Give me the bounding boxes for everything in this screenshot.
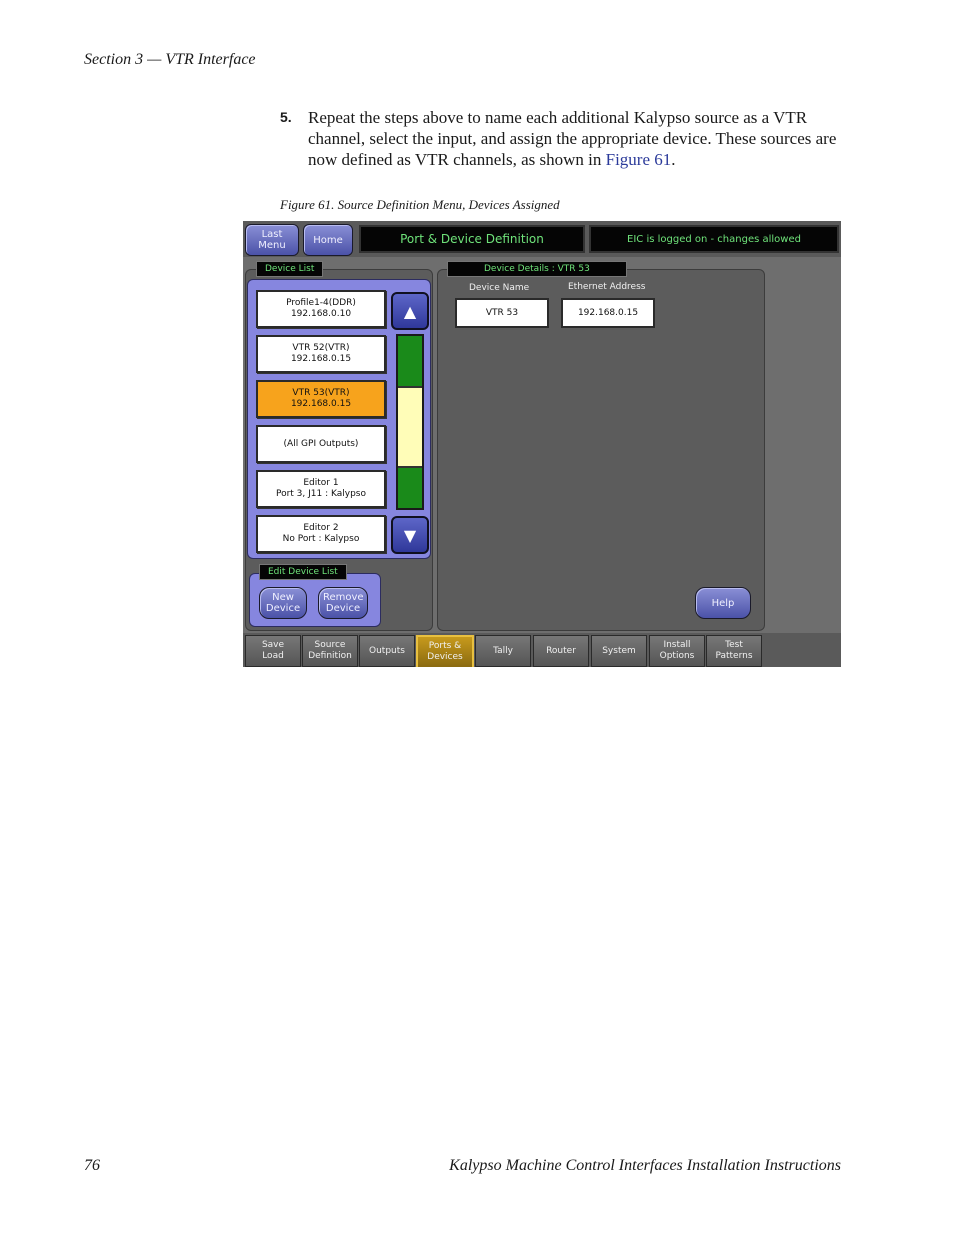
- new-device-button[interactable]: New Device: [259, 587, 307, 619]
- tab-system[interactable]: System: [591, 635, 647, 667]
- home-label: Home: [313, 234, 343, 246]
- scroll-up-button[interactable]: ▲: [391, 292, 429, 330]
- device-item-3-name: VTR 53(VTR): [292, 388, 350, 398]
- top-bar: Last Menu Home Port & Device Definition …: [243, 221, 841, 257]
- device-item-6[interactable]: Editor 2 No Port : Kalypso: [256, 515, 386, 553]
- device-item-3[interactable]: VTR 53(VTR) 192.168.0.15: [256, 380, 386, 418]
- tab-install-options[interactable]: Install Options: [649, 635, 705, 667]
- arrow-down-icon: ▼: [403, 525, 417, 545]
- menu-title-text: Port & Device Definition: [400, 232, 544, 246]
- step-end: .: [671, 150, 676, 169]
- arrow-up-icon: ▲: [403, 301, 417, 321]
- page-number: 76: [84, 1157, 100, 1174]
- device-item-4-name: (All GPI Outputs): [283, 438, 359, 449]
- scroll-down-button[interactable]: ▼: [391, 516, 429, 554]
- tab-router[interactable]: Router: [533, 635, 589, 667]
- ethernet-address-label: Ethernet Address: [568, 282, 646, 292]
- ethernet-address-value: 192.168.0.15: [577, 308, 639, 318]
- scrollbar-thumb[interactable]: [398, 386, 422, 468]
- device-item-1-address: 192.168.0.10: [290, 309, 352, 319]
- edit-device-list-tag: Edit Device List: [259, 564, 347, 580]
- device-item-4[interactable]: (All GPI Outputs): [256, 425, 386, 463]
- device-name-label: Device Name: [469, 283, 530, 293]
- step-text: Repeat the steps above to name each addi…: [308, 107, 850, 170]
- device-item-5-address: Port 3, J11 : Kalypso: [275, 489, 366, 499]
- device-item-2[interactable]: VTR 52(VTR) 192.168.0.15: [256, 335, 386, 373]
- help-button[interactable]: Help: [695, 587, 751, 619]
- device-item-6-name: Editor 2: [303, 523, 339, 533]
- remove-device-button[interactable]: Remove Device: [318, 587, 368, 619]
- status-text: EIC is logged on - changes allowed: [627, 233, 801, 245]
- tab-ports-devices-label: Ports & Devices: [427, 641, 463, 662]
- tab-install-options-label: Install Options: [659, 640, 695, 661]
- device-item-6-address: No Port : Kalypso: [282, 534, 360, 544]
- step-number: 5.: [280, 109, 292, 125]
- step-body: Repeat the steps above to name each addi…: [308, 108, 837, 169]
- tab-ports-devices[interactable]: Ports & Devices: [416, 635, 474, 667]
- device-item-2-name: VTR 52(VTR): [292, 343, 350, 353]
- device-details-tag: Device Details : VTR 53: [447, 261, 627, 277]
- tab-tally[interactable]: Tally: [475, 635, 531, 667]
- device-name-field[interactable]: VTR 53: [455, 298, 549, 328]
- device-item-5[interactable]: Editor 1 Port 3, J11 : Kalypso: [256, 470, 386, 508]
- step-5: 5. Repeat the steps above to name each a…: [280, 107, 850, 170]
- last-menu-button[interactable]: Last Menu: [245, 224, 299, 256]
- last-menu-label: Last Menu: [258, 229, 286, 251]
- kalypso-screenshot: Last Menu Home Port & Device Definition …: [243, 221, 841, 667]
- device-list-tag: Device List: [256, 261, 324, 277]
- device-list-box: Profile1-4(DDR) 192.168.0.10 VTR 52(VTR) 1…: [247, 279, 431, 559]
- scrollbar[interactable]: [396, 334, 424, 510]
- tab-save-load[interactable]: Save Load: [245, 635, 301, 667]
- tab-source-definition-label: Source Definition: [308, 640, 352, 661]
- status-bar: EIC is logged on - changes allowed: [589, 225, 839, 253]
- home-button[interactable]: Home: [303, 224, 353, 256]
- menu-title: Port & Device Definition: [359, 225, 585, 253]
- tab-outputs[interactable]: Outputs: [359, 635, 415, 667]
- help-label: Help: [711, 597, 735, 609]
- tab-router-label: Router: [546, 645, 576, 656]
- tab-test-patterns[interactable]: Test Patterns: [706, 635, 762, 667]
- device-item-2-address: 192.168.0.15: [290, 354, 352, 364]
- bottom-tab-bar: Save Load Source Definition Outputs Port…: [243, 633, 841, 667]
- ethernet-address-field[interactable]: 192.168.0.15: [561, 298, 655, 328]
- remove-device-label: Remove Device: [323, 592, 364, 614]
- device-item-5-name: Editor 1: [303, 478, 339, 488]
- tab-test-patterns-label: Test Patterns: [715, 640, 753, 661]
- tab-source-definition[interactable]: Source Definition: [302, 635, 358, 667]
- section-header: Section 3 — VTR Interface: [84, 51, 256, 68]
- figure-caption: Figure 61. Source Definition Menu, Devic…: [280, 197, 560, 212]
- tab-save-load-label: Save Load: [261, 640, 285, 661]
- device-item-1[interactable]: Profile1-4(DDR) 192.168.0.10: [256, 290, 386, 328]
- device-item-3-address: 192.168.0.15: [290, 399, 352, 409]
- device-name-value: VTR 53: [485, 308, 519, 318]
- figure-link[interactable]: Figure 61: [606, 150, 672, 169]
- tab-outputs-label: Outputs: [369, 645, 405, 656]
- device-item-1-name: Profile1-4(DDR): [286, 298, 356, 308]
- new-device-label: New Device: [265, 592, 301, 614]
- tab-system-label: System: [602, 645, 636, 656]
- document-title: Kalypso Machine Control Interfaces Insta…: [449, 1157, 841, 1174]
- tab-tally-label: Tally: [493, 645, 513, 656]
